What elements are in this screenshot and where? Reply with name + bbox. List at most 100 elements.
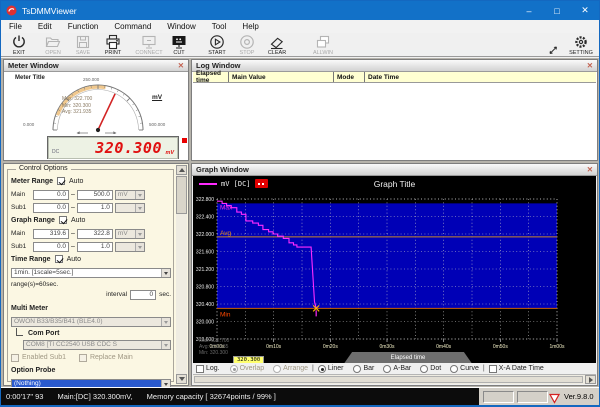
graph-range-sub1-unit-combo[interactable] bbox=[114, 241, 145, 252]
style-abar-radio[interactable]: A-Bar bbox=[383, 364, 411, 373]
replace-main-checkbox[interactable] bbox=[78, 353, 87, 362]
style-dot-radio[interactable]: Dot bbox=[420, 364, 441, 373]
gauge-scale-min: 0.000 bbox=[23, 122, 35, 127]
display-value: 320.300 bbox=[95, 139, 162, 157]
menu-tool[interactable]: Tool bbox=[204, 22, 235, 31]
meter-body: Meter Title 0.000 250.000 500.000 mV Max… bbox=[5, 72, 187, 159]
scroll-right-icon[interactable] bbox=[585, 375, 596, 384]
minimize-button[interactable]: – bbox=[515, 1, 543, 20]
arrange-radio[interactable]: Arrange bbox=[273, 364, 308, 373]
toolbar-cut-button[interactable]: CUT bbox=[164, 34, 194, 56]
chevron-down-icon[interactable] bbox=[134, 242, 144, 251]
svg-text:Max: Max bbox=[220, 204, 233, 211]
time-range-auto-checkbox[interactable] bbox=[54, 255, 63, 263]
status-cell-1 bbox=[483, 391, 514, 403]
svg-text:320.400: 320.400 bbox=[196, 302, 214, 308]
com-port-combo[interactable]: COM8 [TI CC2540 USB CDC S bbox=[23, 339, 171, 350]
scrollbar-thumb[interactable] bbox=[194, 376, 583, 383]
toolbar: EXIT OPEN SAVE PRINT CONNECT CUT START S… bbox=[1, 33, 599, 57]
chevron-down-icon[interactable] bbox=[161, 268, 170, 277]
scroll-down-icon[interactable] bbox=[176, 374, 187, 384]
toolbar-save-button[interactable]: SAVE bbox=[68, 34, 98, 56]
log-col-date-time[interactable]: Date Time bbox=[364, 72, 596, 82]
interval-field[interactable]: 0 bbox=[130, 289, 157, 300]
toolbar-exit-button[interactable]: EXIT bbox=[4, 34, 34, 56]
close-icon[interactable]: ✕ bbox=[587, 61, 593, 70]
svg-text:322.000: 322.000 bbox=[196, 232, 214, 238]
graph-range-sub1-to[interactable]: 1.0 bbox=[76, 241, 113, 252]
graph-hscrollbar[interactable] bbox=[193, 374, 596, 384]
time-range-preset-combo[interactable]: 1min. [1scale=5sec.] bbox=[11, 267, 171, 278]
scroll-up-icon[interactable] bbox=[176, 165, 187, 175]
toolbar-resize-button[interactable] bbox=[546, 36, 560, 56]
control-options-title: Control Options bbox=[16, 165, 71, 172]
log-window-titlebar[interactable]: Log Window ✕ bbox=[192, 60, 597, 72]
multi-meter-combo[interactable]: OWON B33/B35/B41 (BLE4.0) bbox=[11, 316, 171, 327]
xa-datetime-checkbox[interactable]: X-A Date Time bbox=[488, 364, 544, 373]
meter-range-label: Meter Range bbox=[11, 177, 54, 185]
svg-text:320.800: 320.800 bbox=[196, 284, 214, 290]
svg-text:Min: Min bbox=[220, 311, 231, 318]
toolbar-allwin-button[interactable]: ALLWIN bbox=[308, 34, 338, 56]
graph-stats: Max: 322.700 Avg: 321.935 Min: 320.300 bbox=[199, 338, 230, 356]
log-checkbox[interactable]: Log. bbox=[196, 364, 220, 373]
chevron-down-icon[interactable] bbox=[134, 190, 144, 199]
enabled-sub1-checkbox[interactable] bbox=[11, 353, 19, 362]
svg-text:0m40s: 0m40s bbox=[436, 344, 452, 350]
graph-window: Graph Window ✕ Graph Title mV [DC] 322.8… bbox=[191, 163, 598, 386]
toolbar-print-button[interactable]: PRINT bbox=[98, 34, 128, 56]
svg-text:0m50s: 0m50s bbox=[493, 344, 509, 350]
scrollbar-thumb[interactable] bbox=[176, 176, 187, 214]
toolbar-setting-button[interactable]: SETTING bbox=[568, 34, 594, 56]
monitor-cut-icon bbox=[172, 36, 186, 49]
style-curve-radio[interactable]: Curve bbox=[450, 364, 479, 373]
x-axis-label: Elapsed time bbox=[343, 352, 473, 363]
maximize-button[interactable]: □ bbox=[543, 1, 571, 20]
toolbar-start-button[interactable]: START bbox=[202, 34, 232, 56]
graph-range-main-from[interactable]: 319.6 bbox=[33, 228, 69, 239]
toolbar-open-button[interactable]: OPEN bbox=[38, 34, 68, 56]
printer-icon bbox=[106, 34, 120, 50]
resize-arrow-icon bbox=[549, 46, 557, 54]
graph-range-auto-checkbox[interactable] bbox=[58, 216, 67, 224]
meter-range-main-from[interactable]: 0.0 bbox=[33, 189, 69, 200]
gauge-scale-max: 500.000 bbox=[149, 122, 166, 127]
menu-window[interactable]: Window bbox=[159, 22, 203, 31]
menu-command[interactable]: Command bbox=[106, 22, 159, 31]
close-icon[interactable]: ✕ bbox=[178, 61, 184, 70]
toolbar-stop-button[interactable]: STOP bbox=[232, 34, 262, 56]
menu-file[interactable]: File bbox=[1, 22, 30, 31]
graph-range-main-to[interactable]: 322.8 bbox=[76, 228, 113, 239]
control-options-scrollbar[interactable] bbox=[176, 165, 187, 384]
meter-range-sub1-unit-combo[interactable] bbox=[114, 202, 145, 213]
chevron-down-icon[interactable] bbox=[161, 340, 170, 349]
close-button[interactable]: ✕ bbox=[571, 1, 599, 20]
close-icon[interactable]: ✕ bbox=[587, 165, 593, 174]
floppy-icon bbox=[76, 35, 90, 49]
meter-range-sub1-to[interactable]: 1.0 bbox=[76, 202, 113, 213]
meter-range-main-to[interactable]: 500.0 bbox=[76, 189, 113, 200]
log-col-mode[interactable]: Mode bbox=[333, 72, 364, 82]
graph-window-titlebar[interactable]: Graph Window ✕ bbox=[192, 164, 597, 176]
meter-range-auto-checkbox[interactable] bbox=[57, 177, 66, 185]
chevron-down-icon[interactable] bbox=[134, 229, 144, 238]
overlap-radio[interactable]: Overlap bbox=[229, 364, 264, 373]
graph-range-sub1-from[interactable]: 0.0 bbox=[33, 241, 69, 252]
meter-range-sub1-from[interactable]: 0.0 bbox=[33, 202, 69, 213]
toolbar-clear-button[interactable]: CLEAR bbox=[262, 34, 292, 56]
log-col-main-value[interactable]: Main Value bbox=[228, 72, 333, 82]
menu-help[interactable]: Help bbox=[234, 22, 266, 31]
chevron-down-icon[interactable] bbox=[161, 317, 170, 326]
menu-edit[interactable]: Edit bbox=[30, 22, 60, 31]
log-col-elapsed[interactable]: Elapsed time bbox=[193, 70, 228, 84]
style-liner-radio[interactable]: Liner bbox=[317, 364, 343, 373]
menu-function[interactable]: Function bbox=[60, 22, 107, 31]
monitor-connect-icon bbox=[142, 35, 156, 49]
gear-icon bbox=[575, 36, 587, 48]
toolbar-connect-button[interactable]: CONNECT bbox=[134, 34, 164, 56]
style-bar-radio[interactable]: Bar bbox=[353, 364, 374, 373]
graph-range-main-unit-combo[interactable]: mV bbox=[114, 228, 145, 239]
chevron-down-icon[interactable] bbox=[134, 203, 144, 212]
meter-range-main-unit-combo[interactable]: mV bbox=[114, 189, 145, 200]
meter-window-titlebar[interactable]: Meter Window ✕ bbox=[4, 60, 188, 72]
